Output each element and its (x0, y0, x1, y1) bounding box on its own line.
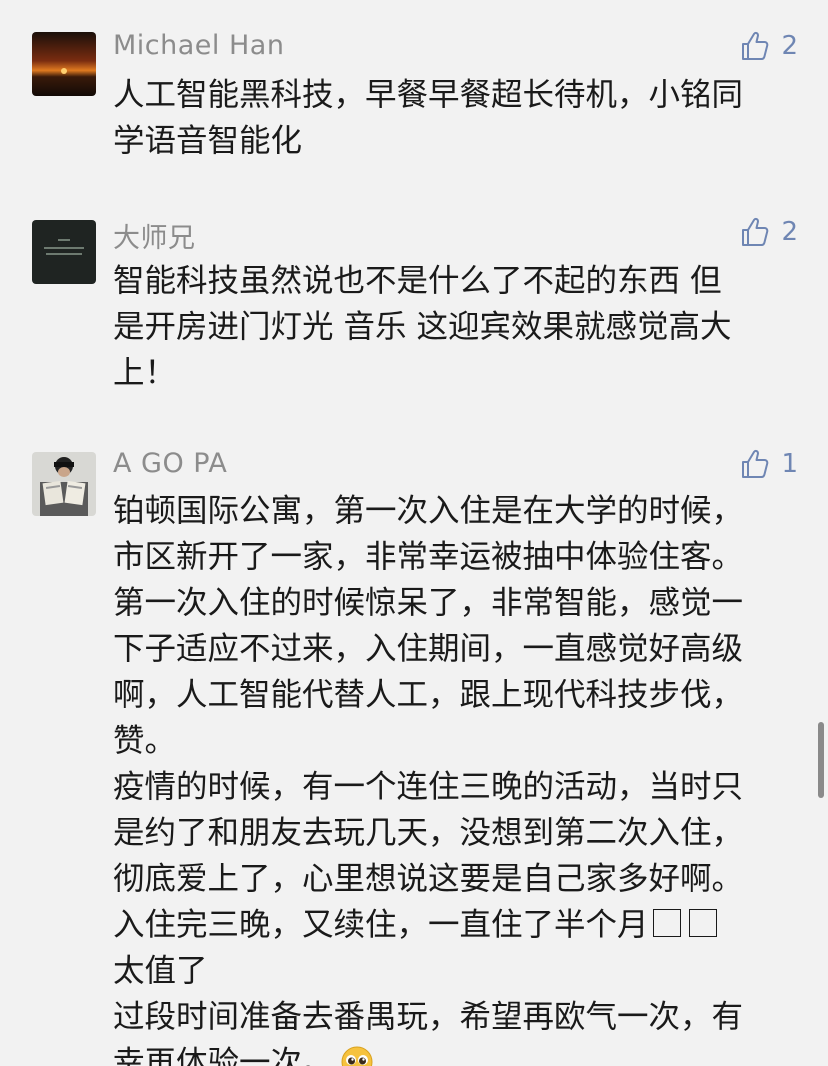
like-button[interactable]: 2 (739, 30, 798, 62)
comment-line: 智能科技虽然说也不是什么了不起的东西 但 (113, 263, 722, 299)
like-button[interactable]: 1 (739, 448, 798, 480)
comment-text: 铂顿国际公寓，第一次入住是在大学的时候， 市区新开了一家，非常幸运被抽中体验住客… (113, 488, 803, 1066)
sunset-avatar-icon[interactable] (32, 32, 96, 96)
comment-line: 啊，人工智能代替人工，跟上现代科技步伐， (113, 677, 744, 713)
missing-glyph-box-icon (688, 909, 717, 937)
comment-author[interactable]: Michael Han (113, 30, 284, 61)
comment-text: 智能科技虽然说也不是什么了不起的东西 但 是开房进门灯光 音乐 这迎宾效果就感觉… (113, 258, 803, 396)
person-reading-avatar-icon[interactable] (32, 452, 96, 516)
missing-glyph-box-icon (652, 909, 681, 937)
comment-line: 过段时间准备去番禺玩，希望再欧气一次，有 (113, 999, 744, 1035)
comment-line: 是开房进门灯光 音乐 这迎宾效果就感觉高大 (113, 309, 732, 345)
comment-line: 下子适应不过来，入住期间，一直感觉好高级 (113, 631, 744, 667)
comment-author[interactable]: 大师兄 (113, 216, 196, 255)
comment-line-with-boxes: 入住完三晚，又续住，一直住了半个月 (113, 902, 803, 948)
comment-line: 市区新开了一家，非常幸运被抽中体验住客。 (113, 539, 744, 575)
comment-line: 太值了 (113, 953, 208, 989)
like-count: 2 (781, 31, 798, 61)
comment-line: 上！ (113, 355, 177, 391)
like-count: 2 (781, 217, 798, 247)
comment-line: 疫情的时候，有一个连住三晚的活动，当时只 (113, 769, 744, 805)
comment-author[interactable]: A GO PA (113, 448, 227, 479)
dark-text-avatar-icon[interactable] (32, 220, 96, 284)
scrollbar[interactable] (818, 722, 824, 798)
comment-line-with-emoji: 幸再体验一次。 (113, 1040, 803, 1066)
comment-line: 人工智能黑科技，早餐早餐超长待机，小铭同 (113, 77, 744, 113)
thumbs-up-icon (739, 30, 771, 62)
comment-line-text: 幸再体验一次。 (113, 1045, 334, 1066)
comment-line-text: 入住完三晚，又续住，一直住了半个月 (113, 907, 649, 943)
thumbs-up-icon (739, 216, 771, 248)
comment-line: 赞。 (113, 723, 177, 759)
like-button[interactable]: 2 (739, 216, 798, 248)
thumbs-up-icon (739, 448, 771, 480)
comment-line: 彻底爱上了，心里想说这要是自己家多好啊。 (113, 861, 744, 897)
pleading-face-emoji-icon (340, 1045, 374, 1066)
comment-line: 铂顿国际公寓，第一次入住是在大学的时候， (113, 493, 744, 529)
like-count: 1 (781, 449, 798, 479)
comment-line: 学语音智能化 (113, 123, 303, 159)
comment-line: 第一次入住的时候惊呆了，非常智能，感觉一 (113, 585, 744, 621)
comment-line: 是约了和朋友去玩几天，没想到第二次入住， (113, 815, 744, 851)
comment-text: 人工智能黑科技，早餐早餐超长待机，小铭同 学语音智能化 (113, 72, 803, 164)
